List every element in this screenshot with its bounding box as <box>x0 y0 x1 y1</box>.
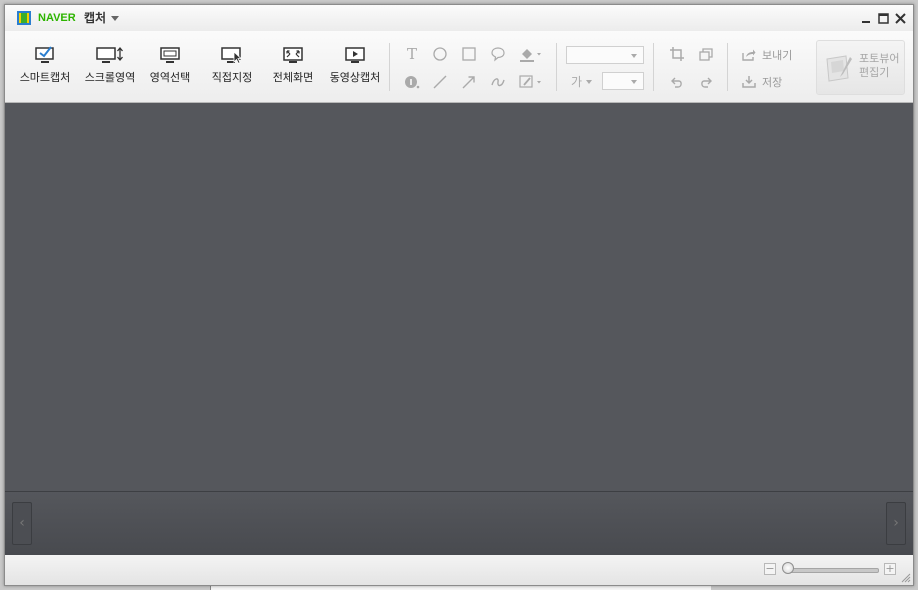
rectangle-tool-icon[interactable] <box>460 45 478 63</box>
title-bar[interactable]: NAVER 캡처 <box>5 5 913 31</box>
app-logo-icon <box>17 11 31 25</box>
area-select-button[interactable]: 영역선택 <box>145 45 195 84</box>
text-tool-button[interactable]: T <box>403 45 421 63</box>
plus-icon: + <box>885 562 895 575</box>
area-select-icon <box>160 47 180 63</box>
zoom-slider-track[interactable] <box>787 568 879 573</box>
font-sample-text: 가 <box>571 75 583 89</box>
brand-name: NAVER <box>38 12 76 24</box>
line-width-select[interactable] <box>566 46 644 64</box>
send-button[interactable]: 보내기 <box>742 48 792 63</box>
minus-icon: − <box>765 562 775 575</box>
crop-icon[interactable] <box>668 45 686 63</box>
undo-icon[interactable] <box>668 73 686 91</box>
chevron-right-icon: › <box>893 515 899 531</box>
fullscreen-label: 전체화면 <box>272 71 314 84</box>
thumbnail-prev-button[interactable]: ‹ <box>12 502 32 545</box>
thumbnail-next-button[interactable]: › <box>886 502 906 545</box>
zoom-slider-thumb[interactable] <box>782 562 794 574</box>
freehand-tool-icon[interactable] <box>489 73 507 91</box>
toolbar-separator <box>556 43 557 91</box>
chevron-down-icon <box>631 54 637 58</box>
zoom-out-button[interactable]: − <box>764 563 776 575</box>
area-select-label: 영역선택 <box>149 71 191 84</box>
chevron-down-icon <box>631 80 637 84</box>
smart-capture-icon <box>35 46 54 63</box>
ellipse-tool-icon[interactable] <box>431 45 449 63</box>
scroll-capture-icon <box>96 46 123 63</box>
photo-viewer-editor-button[interactable]: 포토뷰어 편집기 <box>816 40 905 95</box>
chevron-down-icon <box>585 80 592 84</box>
title-menu-chevron-icon[interactable] <box>111 16 119 21</box>
status-bar: − + <box>5 555 913 585</box>
video-capture-label: 동영상캡처 <box>329 71 381 84</box>
maximize-icon[interactable] <box>877 12 890 25</box>
thumbnail-strip: ‹ › <box>5 491 913 555</box>
minimize-icon[interactable] <box>860 12 873 25</box>
line-tool-icon[interactable] <box>431 73 449 91</box>
smart-capture-label: 스마트캡처 <box>19 71 71 84</box>
save-button[interactable]: 저장 <box>742 75 782 90</box>
font-sample-label[interactable]: 가 <box>571 75 592 89</box>
toolbar-separator <box>727 43 728 91</box>
toolbar-separator <box>653 43 654 91</box>
manual-select-button[interactable]: 직접지정 <box>207 45 257 84</box>
resize-icon[interactable] <box>697 45 715 63</box>
font-size-select[interactable] <box>602 72 644 90</box>
resize-grip-icon[interactable] <box>901 573 911 583</box>
fullscreen-icon <box>283 47 303 63</box>
speech-bubble-tool-icon[interactable] <box>489 45 507 63</box>
redo-icon[interactable] <box>697 73 715 91</box>
save-label: 저장 <box>762 76 783 89</box>
line-color-tool-icon[interactable] <box>518 73 544 91</box>
scroll-capture-button[interactable]: 스크롤영역 <box>81 45 139 84</box>
scroll-capture-label: 스크롤영역 <box>84 71 136 84</box>
arrow-tool-icon[interactable] <box>460 73 478 91</box>
manual-select-label: 직접지정 <box>211 71 253 84</box>
capture-canvas[interactable] <box>5 103 913 491</box>
app-window: NAVER 캡처 스마트캡처 스크롤영역 영역선택 직접지정 전체화면 동영상캡… <box>4 4 914 586</box>
send-label: 보내기 <box>762 49 793 62</box>
video-capture-button[interactable]: 동영상캡처 <box>325 45 385 84</box>
toolbar: 스마트캡처 스크롤영역 영역선택 직접지정 전체화면 동영상캡처 T 가 보내기… <box>5 31 913 103</box>
share-icon <box>742 49 756 61</box>
photo-viewer-editor-label: 포토뷰어 편집기 <box>859 52 900 79</box>
chevron-left-icon: ‹ <box>19 515 25 531</box>
manual-select-icon <box>221 47 243 65</box>
zoom-in-button[interactable]: + <box>884 563 896 575</box>
photo-editor-icon <box>826 55 852 82</box>
video-capture-icon <box>345 47 365 63</box>
window-title: 캡처 <box>84 11 107 25</box>
fullscreen-button[interactable]: 전체화면 <box>268 45 318 84</box>
close-icon[interactable] <box>894 12 907 25</box>
number-stamp-tool-icon[interactable] <box>403 73 421 91</box>
download-icon <box>742 76 756 88</box>
fill-color-tool-icon[interactable] <box>518 45 544 63</box>
smart-capture-button[interactable]: 스마트캡처 <box>17 45 73 84</box>
toolbar-separator <box>389 43 390 91</box>
